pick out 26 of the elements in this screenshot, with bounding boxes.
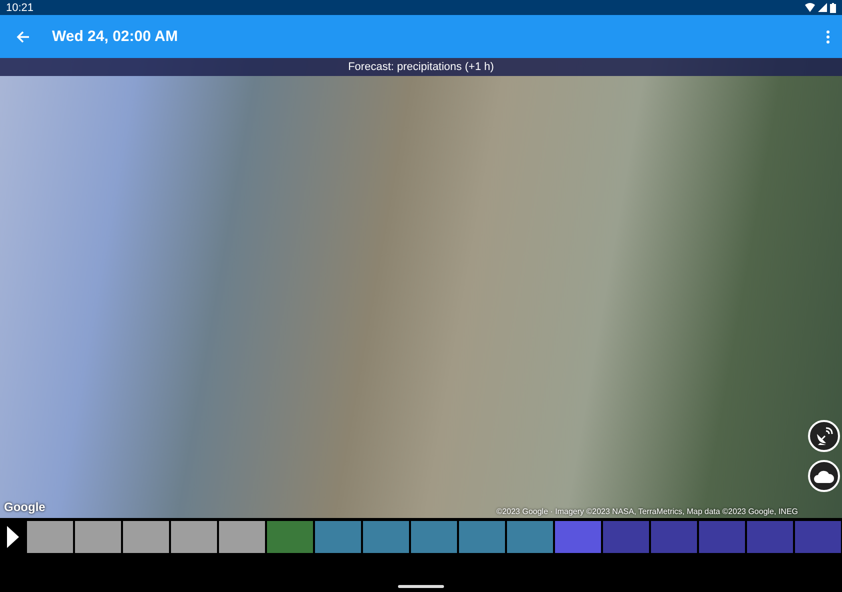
wifi-icon bbox=[805, 3, 815, 12]
timeline-segment[interactable] bbox=[218, 520, 266, 554]
satellite-dish-icon bbox=[814, 426, 834, 446]
map-logo: Google bbox=[4, 500, 46, 514]
status-time: 10:21 bbox=[6, 2, 34, 14]
map-attribution: ©2023 Google · Imagery ©2023 NASA, TerraMetrics, Map data ©2023 Google, INEG bbox=[496, 507, 798, 516]
timeline-segment[interactable] bbox=[26, 520, 74, 554]
satellite-dish-button[interactable] bbox=[808, 420, 840, 452]
more-options-icon[interactable] bbox=[824, 28, 832, 46]
timeline-segment[interactable] bbox=[314, 520, 362, 554]
timeline-segment[interactable] bbox=[362, 520, 410, 554]
timeline-segment[interactable] bbox=[554, 520, 602, 554]
timeline-segment[interactable] bbox=[266, 520, 314, 554]
timeline-segment[interactable] bbox=[170, 520, 218, 554]
timeline-segment[interactable] bbox=[458, 520, 506, 554]
timeline-segment[interactable] bbox=[122, 520, 170, 554]
timeline-segment[interactable] bbox=[410, 520, 458, 554]
app-bar-title: Wed 24, 02:00 AM bbox=[52, 28, 179, 45]
play-icon bbox=[7, 526, 19, 548]
forecast-banner: Forecast: precipitations (+1 h) bbox=[0, 58, 842, 76]
cloud-button[interactable] bbox=[808, 460, 840, 492]
battery-icon bbox=[830, 2, 836, 12]
timeline-segment[interactable] bbox=[74, 520, 122, 554]
timeline-segment[interactable] bbox=[506, 520, 554, 554]
cloud-icon bbox=[813, 469, 835, 483]
signal-icon bbox=[818, 3, 827, 12]
